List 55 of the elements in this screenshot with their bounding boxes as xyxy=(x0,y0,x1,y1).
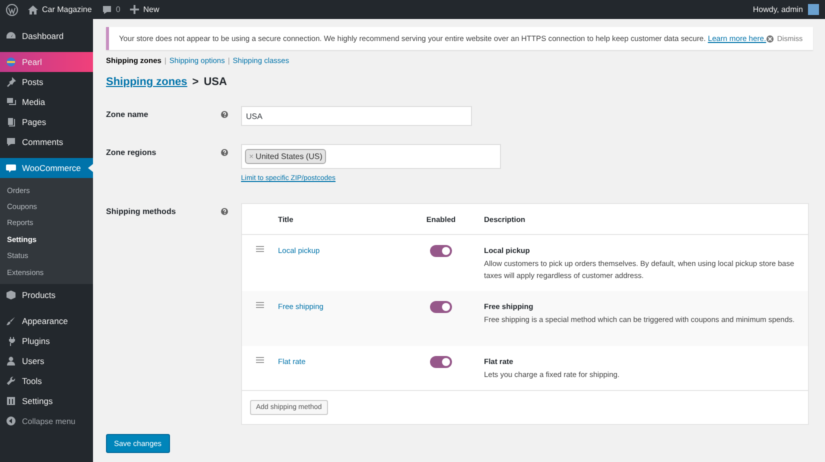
sidebar-item[interactable]: Appearance xyxy=(0,311,93,332)
sidebar-item[interactable]: Plugins xyxy=(0,331,93,352)
field-label: Shipping methods xyxy=(106,206,177,218)
greeting[interactable]: Howdy, admin xyxy=(752,5,803,14)
enabled-toggle[interactable] xyxy=(430,356,452,368)
tag-label: United States (US) xyxy=(256,152,322,161)
sidebar-item[interactable]: Media xyxy=(0,92,93,112)
zone-name-field[interactable]: USA xyxy=(241,106,472,126)
drag-handle-icon[interactable] xyxy=(256,302,264,308)
zone-regions-field[interactable]: × United States (US) xyxy=(241,144,501,169)
site-name: Car Magazine xyxy=(42,5,92,14)
breadcrumb-separator: > xyxy=(192,76,199,88)
paintbrush-icon xyxy=(6,316,16,326)
wrench-icon xyxy=(6,376,16,386)
sidebar-item[interactable]: WooCommerce xyxy=(0,158,93,178)
enabled-toggle[interactable] xyxy=(430,301,452,313)
sidebar-item[interactable]: Pearl xyxy=(0,52,93,72)
site-name-link[interactable]: Car Magazine xyxy=(28,4,92,14)
wordpress-logo-icon xyxy=(6,4,18,16)
help-icon[interactable] xyxy=(221,149,228,156)
sphere-icon xyxy=(6,57,16,67)
new-label: New xyxy=(143,5,160,14)
speech-bubble-icon xyxy=(6,137,16,147)
plus-icon xyxy=(130,5,140,14)
plug-icon xyxy=(6,336,16,346)
sidebar-item[interactable]: Tools xyxy=(0,371,93,392)
drag-handle-icon[interactable] xyxy=(256,246,264,252)
help-icon[interactable] xyxy=(221,208,228,215)
dashboard-icon xyxy=(6,31,16,41)
comment-count: 0 xyxy=(116,5,120,14)
enabled-toggle[interactable] xyxy=(430,245,452,257)
sidebar-item[interactable]: Comments xyxy=(0,132,93,152)
user-icon xyxy=(6,356,16,366)
speech-bubble-icon xyxy=(102,4,112,14)
box-icon xyxy=(6,290,16,300)
field-label: Zone name xyxy=(106,109,150,121)
close-icon xyxy=(766,34,774,42)
comments-link[interactable]: 0 xyxy=(102,4,120,14)
sidebar-item[interactable]: Users xyxy=(0,351,93,372)
zone-title: USA xyxy=(204,76,227,88)
sidebar-item[interactable]: Pages xyxy=(0,112,93,132)
sidebar-item[interactable]: Posts xyxy=(0,72,93,92)
field-label: Zone regions xyxy=(106,147,158,159)
breadcrumb-link[interactable]: Shipping zones xyxy=(106,76,188,88)
pages-icon xyxy=(6,117,16,127)
help-icon[interactable] xyxy=(221,111,228,118)
sidebar-item[interactable]: Products xyxy=(0,285,93,306)
new-link[interactable]: New xyxy=(130,5,160,14)
media-icon xyxy=(6,97,16,107)
drag-handle-icon[interactable] xyxy=(256,357,264,363)
pushpin-icon xyxy=(6,77,16,87)
sidebar-item[interactable]: Settings xyxy=(0,391,93,412)
sidebar-item[interactable]: Dashboard xyxy=(0,26,93,46)
home-icon xyxy=(28,4,38,14)
collapse-menu-button[interactable]: Collapse menu xyxy=(0,411,93,432)
